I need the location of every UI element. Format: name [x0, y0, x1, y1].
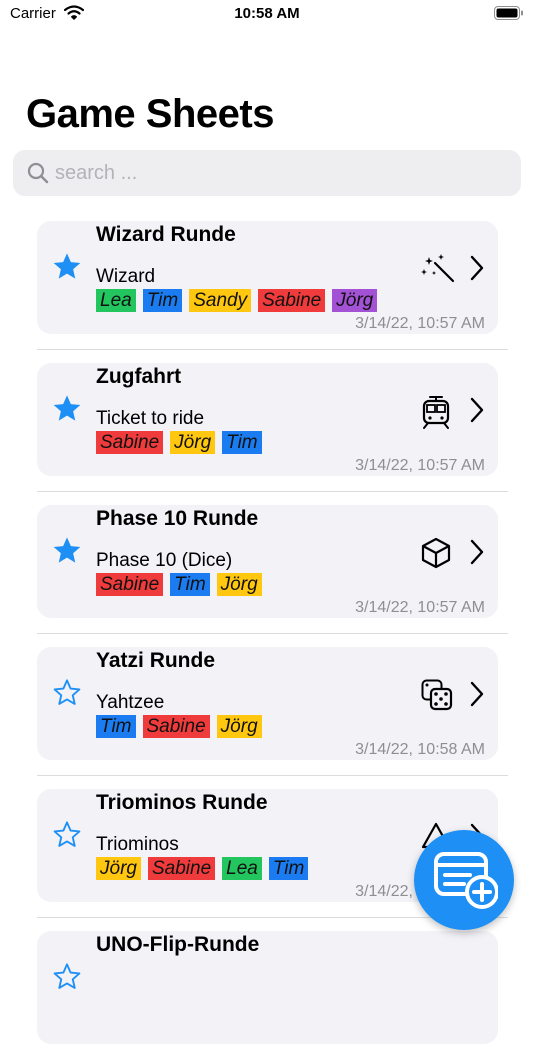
game-name: Yahtzee	[96, 692, 165, 713]
player-tag: Tim	[222, 431, 262, 454]
sheet-title: Zugfahrt	[96, 365, 182, 388]
player-tag: Tim	[142, 289, 183, 312]
battery-icon	[494, 6, 524, 25]
chevron-right-icon[interactable]	[469, 539, 485, 570]
player-tag: Sabine	[258, 289, 326, 312]
player-tags: Lea Tim Sandy Sabine Jörg	[96, 289, 378, 312]
sheet-date: 3/14/22, 10:58 AM	[355, 741, 485, 758]
player-tags: Jörg Sabine Lea Tim	[96, 857, 309, 880]
sheet-title: Wizard Runde	[96, 223, 236, 246]
player-tag: Tim	[96, 715, 136, 738]
page-title: Game Sheets	[26, 92, 274, 136]
player-tag: Lea	[222, 857, 262, 880]
game-name: Ticket to ride	[96, 408, 205, 429]
add-sheet-button[interactable]	[414, 830, 514, 930]
sheet-row[interactable]: Zugfahrt Ticket to ride Sabine Jörg Tim 3/14/…	[0, 352, 534, 494]
tram-icon	[421, 395, 451, 434]
sheet-row[interactable]: UNO-Flip-Runde	[0, 920, 534, 1062]
status-time: 10:58 AM	[234, 5, 300, 22]
sheet-title: UNO-Flip-Runde	[96, 933, 260, 956]
chevron-right-icon[interactable]	[469, 681, 485, 712]
chevron-right-icon[interactable]	[469, 397, 485, 428]
star-outline-icon[interactable]	[51, 819, 83, 856]
sheet-date: 3/14/22, 10:57 AM	[355, 457, 485, 474]
cube-icon	[421, 537, 451, 574]
sheet-title: Triominos Runde	[96, 791, 268, 814]
player-tags: Sabine Jörg Tim	[96, 431, 262, 454]
star-filled-icon[interactable]	[51, 393, 83, 430]
magic-wand-icon	[421, 253, 455, 288]
sheet-card[interactable]: Yatzi Runde Yahtzee Tim Sabine Jörg 3/14/22, …	[37, 647, 498, 760]
player-tag: Sabine	[142, 715, 210, 738]
sheet-date: 3/14/22, 10:57 AM	[355, 315, 485, 332]
game-name: Wizard	[96, 266, 156, 287]
game-name: Phase 10 (Dice)	[96, 550, 233, 571]
row-separator	[37, 491, 508, 492]
status-bar: Carrier 10:58 AM	[0, 0, 534, 30]
sheet-card[interactable]: UNO-Flip-Runde	[37, 931, 498, 1044]
sheet-card[interactable]: Zugfahrt Ticket to ride Sabine Jörg Tim 3/14/…	[37, 363, 498, 476]
row-separator	[37, 633, 508, 634]
star-outline-icon[interactable]	[51, 961, 83, 998]
chevron-right-icon[interactable]	[469, 255, 485, 286]
player-tag: Sandy	[189, 289, 252, 312]
sheet-card[interactable]: Phase 10 Runde Phase 10 (Dice) Sabine Tim Jö…	[37, 505, 498, 618]
star-filled-icon[interactable]	[51, 535, 83, 572]
game-name: Triominos	[96, 834, 179, 855]
sheet-row[interactable]: Yatzi Runde Yahtzee Tim Sabine Jörg 3/14/22, …	[0, 636, 534, 778]
sheet-title: Yatzi Runde	[96, 649, 216, 672]
player-tag: Lea	[96, 289, 136, 312]
sheet-title: Phase 10 Runde	[96, 507, 259, 530]
search-icon	[27, 162, 49, 189]
add-sheet-icon	[434, 852, 498, 909]
player-tag: Jörg	[332, 289, 378, 312]
sheet-date: 3/14/22, 10:57 AM	[355, 599, 485, 616]
star-outline-icon[interactable]	[51, 677, 83, 714]
player-tags: Sabine Tim Jörg	[96, 573, 262, 596]
search-input[interactable]	[55, 150, 505, 196]
row-separator	[37, 349, 508, 350]
row-separator	[37, 775, 508, 776]
dice-icon	[421, 679, 453, 716]
player-tag: Tim	[170, 573, 210, 596]
player-tag: Sabine	[96, 431, 164, 454]
player-tag: Jörg	[216, 715, 262, 738]
player-tag: Jörg	[170, 431, 216, 454]
player-tag: Sabine	[96, 573, 164, 596]
player-tag: Tim	[268, 857, 309, 880]
player-tag: Jörg	[216, 573, 262, 596]
player-tag: Jörg	[96, 857, 141, 880]
sheet-row[interactable]: Phase 10 Runde Phase 10 (Dice) Sabine Tim Jö…	[0, 494, 534, 636]
star-filled-icon[interactable]	[51, 251, 83, 288]
player-tags: Tim Sabine Jörg	[96, 715, 262, 738]
search-bar[interactable]	[13, 150, 521, 196]
player-tag: Sabine	[147, 857, 216, 880]
sheet-row[interactable]: Wizard Runde Wizard Lea Tim Sandy Sabine Jörg 3…	[0, 210, 534, 352]
sheet-card[interactable]: Wizard Runde Wizard Lea Tim Sandy Sabine Jörg 3…	[37, 221, 498, 334]
